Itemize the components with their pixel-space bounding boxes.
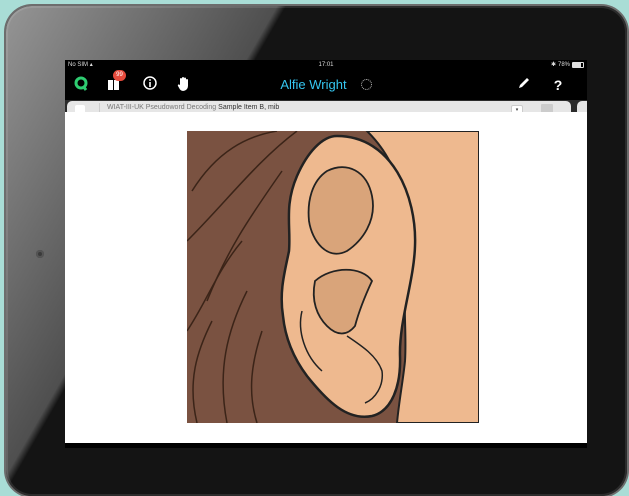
battery-icon bbox=[572, 62, 584, 68]
nav-title: Alfie Wright bbox=[65, 76, 587, 94]
front-camera bbox=[36, 250, 44, 258]
help-icon[interactable]: ? bbox=[549, 76, 567, 94]
ear-illustration bbox=[187, 131, 479, 423]
pencil-icon[interactable] bbox=[515, 76, 533, 94]
item-tab[interactable]: WIAT-III-UK Pseudoword Decoding Sample I… bbox=[67, 101, 571, 112]
battery-fill bbox=[573, 63, 581, 67]
subtest-name: WIAT-III-UK Pseudoword Decoding bbox=[107, 104, 217, 111]
bottom-bar bbox=[65, 443, 587, 448]
chevron-down-icon[interactable]: ▾ bbox=[511, 105, 523, 112]
item-name: Sample Item B, mib bbox=[218, 104, 280, 111]
loading-spinner-icon bbox=[360, 79, 372, 91]
battery-percent: 78% bbox=[557, 62, 570, 68]
status-bar: No SIM ▴ 17:01 ✱ 78% bbox=[65, 60, 587, 70]
folder-icon[interactable] bbox=[541, 104, 553, 112]
tab-title: WIAT-III-UK Pseudoword Decoding Sample I… bbox=[107, 104, 279, 111]
item-checkbox[interactable] bbox=[75, 105, 85, 112]
nav-bar: 99 Alfie Wright ? bbox=[65, 70, 587, 100]
app-screen: No SIM ▴ 17:01 ✱ 78% 99 Alfie Wright ? W… bbox=[65, 60, 587, 448]
bluetooth-icon: ✱ bbox=[550, 62, 556, 68]
tablet-device: No SIM ▴ 17:01 ✱ 78% 99 Alfie Wright ? W… bbox=[6, 6, 627, 496]
tab-strip: WIAT-III-UK Pseudoword Decoding Sample I… bbox=[65, 100, 587, 112]
patient-name: Alfie Wright bbox=[280, 77, 347, 92]
status-time: 17:01 bbox=[318, 62, 334, 68]
stimulus-area bbox=[65, 112, 587, 448]
next-tab[interactable] bbox=[577, 101, 587, 112]
